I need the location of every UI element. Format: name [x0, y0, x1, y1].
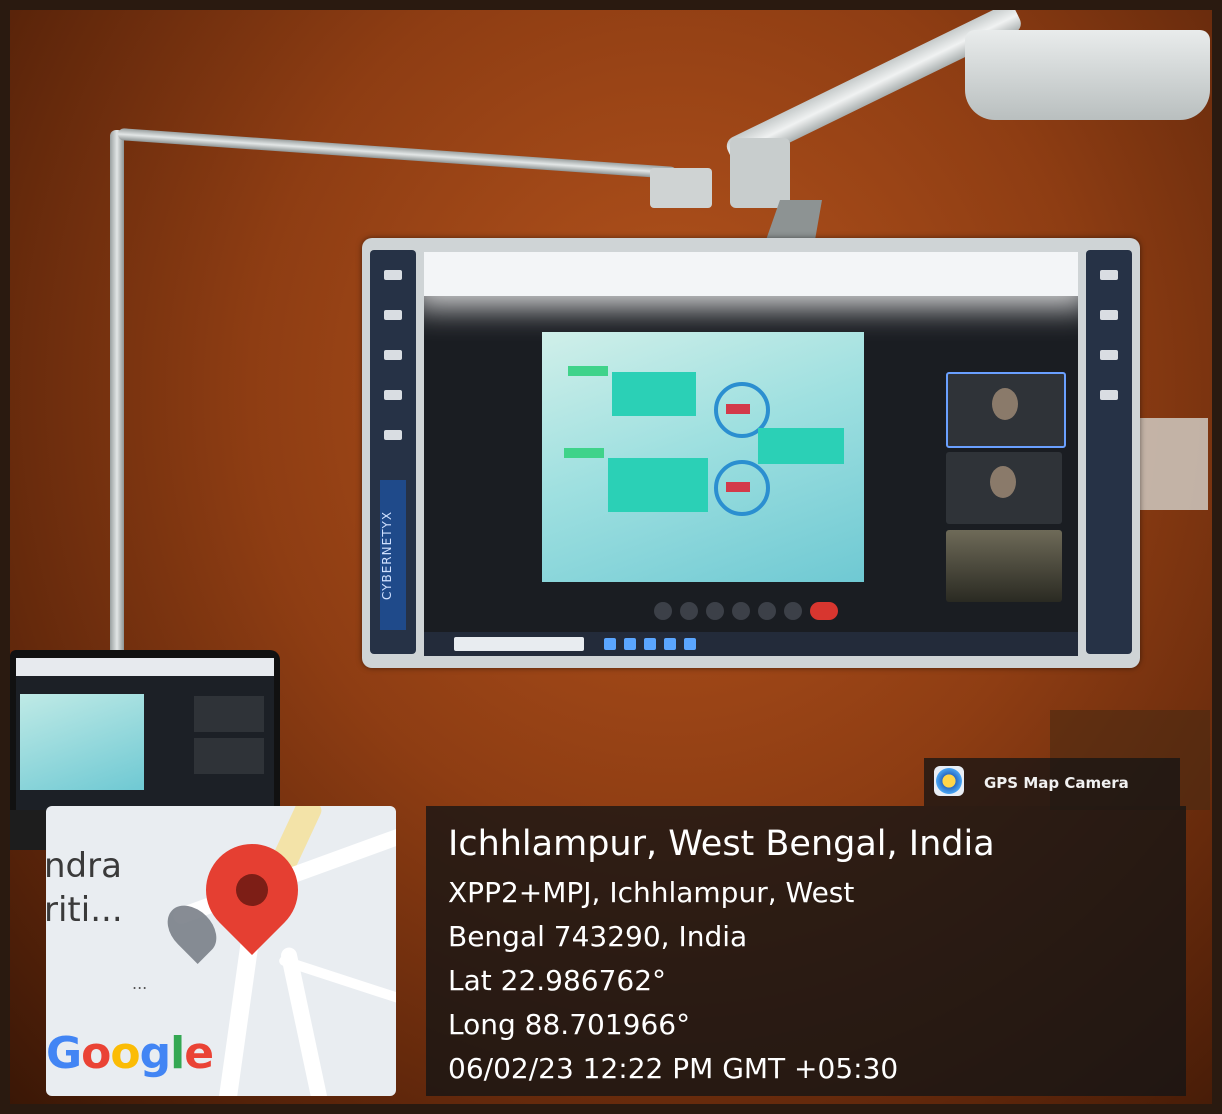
more-icon	[784, 602, 802, 620]
slide-tag	[726, 404, 750, 414]
projector	[965, 30, 1210, 120]
map-place-label: riti...	[46, 890, 123, 930]
browser-bar	[424, 252, 1078, 296]
grid-icon	[384, 430, 402, 440]
captions-icon	[706, 602, 724, 620]
laptop	[10, 650, 280, 818]
participant-avatar	[990, 466, 1016, 498]
present-icon	[758, 602, 776, 620]
camera-icon	[680, 602, 698, 620]
address-line-2: Bengal 743290, India	[448, 920, 748, 953]
hand-icon	[732, 602, 750, 620]
participant-tile	[946, 372, 1066, 448]
laptop-tile	[194, 696, 264, 732]
app-icon	[684, 638, 696, 650]
mic-icon	[654, 602, 672, 620]
laptop-tile	[194, 738, 264, 774]
participant-tile	[946, 530, 1062, 602]
pen-icon	[1100, 270, 1118, 280]
app-icon	[604, 638, 616, 650]
wall-notice	[1136, 418, 1208, 510]
projector-mount	[730, 138, 790, 208]
windows-taskbar	[424, 632, 1078, 656]
gps-camera-icon	[934, 766, 964, 796]
arrow-right-icon	[384, 390, 402, 400]
meeting-controls	[654, 600, 854, 622]
gps-badge: GPS Map Camera	[924, 758, 1180, 806]
wall-socket	[650, 168, 712, 208]
board-rail-left: CYBERNETYX	[370, 250, 416, 654]
presentation-slide	[542, 332, 864, 582]
app-icon	[664, 638, 676, 650]
wall-conduit	[117, 128, 678, 180]
timestamp: 06/02/23 12:22 PM GMT +05:30	[448, 1052, 899, 1085]
arrow-left-icon	[1100, 350, 1118, 360]
slide-block	[758, 428, 844, 464]
longitude: Long 88.701966°	[448, 1008, 691, 1041]
smart-board: CYBERNETYX	[362, 238, 1140, 668]
pointer-icon	[384, 310, 402, 320]
board-rail-right	[1086, 250, 1132, 654]
slide-label	[564, 448, 604, 458]
laptop-slide	[20, 694, 144, 790]
board-brand: CYBERNETYX	[380, 480, 406, 630]
laptop-browser-bar	[16, 658, 274, 676]
gps-label: GPS Map Camera	[984, 774, 1129, 792]
arrow-right-icon	[1100, 390, 1118, 400]
pointer-icon	[1100, 310, 1118, 320]
map-dots: ...	[132, 974, 148, 993]
laptop-screen	[16, 658, 274, 810]
google-logo: Google	[46, 1028, 214, 1079]
arrow-left-icon	[384, 350, 402, 360]
app-icon	[624, 638, 636, 650]
slide-label	[568, 366, 608, 376]
app-icon	[644, 638, 656, 650]
taskbar-search	[454, 637, 584, 651]
slide-block	[612, 372, 696, 416]
location-title: Ichhlampur, West Bengal, India	[448, 824, 995, 864]
location-info-panel: Ichhlampur, West Bengal, India XPP2+MPJ,…	[426, 806, 1186, 1096]
pen-icon	[384, 270, 402, 280]
map-thumbnail: ndra riti... ... Google	[46, 806, 396, 1096]
latitude: Lat 22.986762°	[448, 964, 667, 997]
map-place-label: ndra	[46, 846, 122, 886]
wall-conduit	[110, 130, 124, 670]
address-line-1: XPP2+MPJ, Ichhlampur, West	[448, 876, 855, 909]
slide-tag	[726, 482, 750, 492]
participant-tile	[946, 452, 1062, 524]
slide-block	[608, 458, 708, 512]
end-call-icon	[810, 602, 838, 620]
projected-screen	[424, 252, 1078, 656]
participant-avatar	[992, 388, 1018, 420]
pin-center	[229, 867, 275, 913]
